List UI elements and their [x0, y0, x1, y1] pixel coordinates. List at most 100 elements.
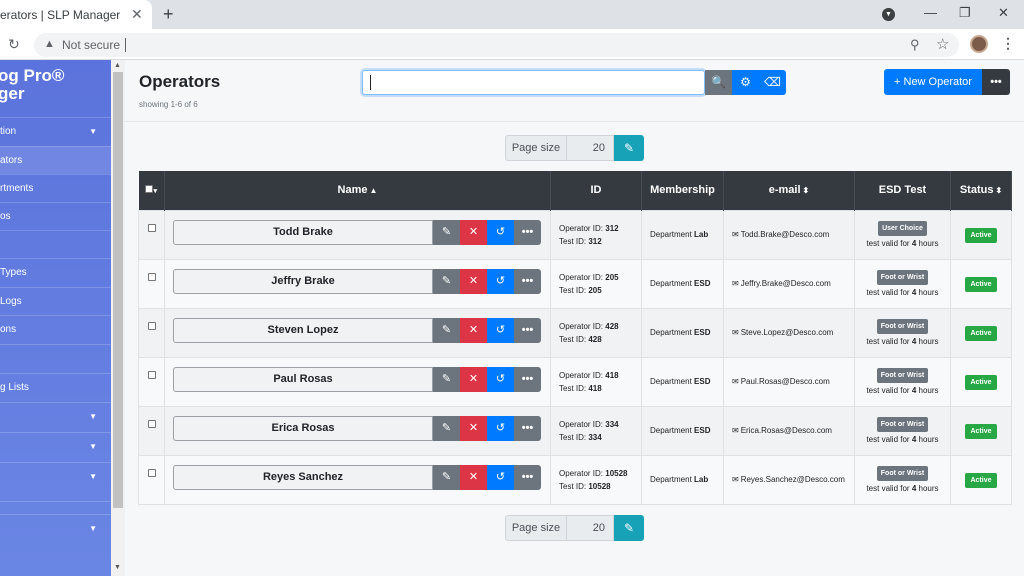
warning-icon[interactable]: ▲ [44, 38, 55, 50]
scroll-down-icon[interactable]: ▼ [114, 564, 121, 571]
row-checkbox[interactable] [147, 272, 156, 281]
omnibox[interactable]: ▲ Not secure ⚲ ☆ [34, 33, 959, 57]
bookmark-star-icon[interactable]: ☆ [936, 35, 949, 53]
delete-button[interactable]: ✕ [460, 366, 487, 392]
delete-button[interactable]: ✕ [460, 268, 487, 294]
page-size-input[interactable]: 20 [566, 515, 614, 541]
row-checkbox[interactable] [147, 223, 156, 232]
history-button[interactable]: ↺ [487, 219, 514, 245]
sidebar-item-1[interactable]: tion ▼ [0, 117, 111, 145]
download-icon[interactable]: ▼ [882, 8, 895, 21]
sidebar-item-lists[interactable]: g Lists [0, 373, 111, 401]
edit-icon: ✎ [623, 141, 635, 155]
profile-avatar[interactable] [970, 35, 988, 53]
delete-button[interactable]: ✕ [460, 464, 487, 490]
row-checkbox[interactable] [147, 321, 156, 330]
column-email[interactable]: e-mail ⬍ [723, 171, 855, 210]
sidebar-item-5[interactable] [0, 230, 111, 258]
browser-tab[interactable]: erators | SLP Manager ✕ [0, 0, 152, 29]
operator-name-button[interactable]: Jeffry Brake [173, 268, 433, 294]
sidebar-item-11[interactable]: ▼ [0, 402, 111, 430]
sort-icon[interactable]: ⬍ [803, 186, 810, 195]
more-options-button[interactable]: ••• [982, 69, 1010, 95]
maximize-icon[interactable]: ❐ [959, 5, 971, 21]
sidebar-item-types[interactable]: Types [0, 258, 111, 286]
valid-hours: 4 [911, 337, 917, 346]
search-button[interactable]: 🔍 [705, 70, 732, 95]
tab-close-icon[interactable]: ✕ [131, 6, 143, 23]
edit-button[interactable]: ✎ [433, 219, 460, 245]
email-cell: ✉ Erica.Rosas@Desco.com [723, 405, 855, 456]
row-more-button[interactable]: ••• [514, 415, 541, 441]
valid-prefix: test valid for [866, 337, 910, 346]
history-button[interactable]: ↺ [487, 268, 514, 294]
row-checkbox[interactable] [147, 370, 156, 379]
delete-button[interactable]: ✕ [460, 317, 487, 343]
page-size-apply-button[interactable]: ✎ [614, 515, 644, 541]
sort-asc-icon[interactable]: ▲ [370, 186, 378, 195]
minimize-icon[interactable]: — [924, 5, 937, 20]
esd-cell: Foot or Wrist test valid for 4 hours [854, 307, 951, 358]
sidebar-item-8[interactable]: ons [0, 315, 111, 343]
scroll-up-icon[interactable]: ▲ [114, 62, 121, 69]
operator-id-label: Operator ID: [559, 468, 604, 478]
history-button[interactable]: ↺ [487, 415, 514, 441]
sort-icon[interactable]: ⬍ [995, 186, 1002, 195]
delete-button[interactable]: ✕ [460, 415, 487, 441]
new-tab-icon[interactable]: + [163, 4, 174, 25]
operator-name-button[interactable]: Reyes Sanchez [173, 464, 433, 490]
settings-button[interactable]: ⚙ [732, 70, 759, 95]
operator-id-label: Operator ID: [559, 419, 604, 429]
edit-button[interactable]: ✎ [433, 464, 460, 490]
sidebar-item-operators[interactable]: ators [0, 146, 111, 174]
history-button[interactable]: ↺ [487, 317, 514, 343]
history-button[interactable]: ↺ [487, 464, 514, 490]
page-size-apply-button[interactable]: ✎ [614, 135, 644, 161]
edit-button[interactable]: ✎ [433, 268, 460, 294]
sidebar-item-13[interactable]: ▼ [0, 462, 111, 490]
edit-button[interactable]: ✎ [433, 366, 460, 392]
sidebar-scrollbar[interactable]: ▲ ▼ [111, 60, 125, 576]
edit-button[interactable]: ✎ [433, 317, 460, 343]
row-more-button[interactable]: ••• [514, 219, 541, 245]
row-checkbox[interactable] [147, 419, 156, 428]
page-size-input[interactable]: 20 [566, 135, 614, 161]
search-input[interactable] [362, 70, 705, 95]
sidebar-item-12[interactable]: ▼ [0, 432, 111, 460]
sidebar-item-9[interactable] [0, 344, 111, 372]
reload-icon[interactable]: ↻ [8, 36, 20, 53]
column-id: ID [550, 171, 642, 210]
new-operator-button[interactable]: + New Operator [884, 69, 982, 95]
row-more-button[interactable]: ••• [514, 268, 541, 294]
operator-name-button[interactable]: Paul Rosas [173, 366, 433, 392]
row-more-button[interactable]: ••• [514, 366, 541, 392]
sidebar-item-15[interactable]: ▼ [0, 514, 111, 542]
clear-search-button[interactable]: ⌫ [759, 70, 786, 95]
sidebar-item-departments[interactable]: rtments [0, 174, 111, 202]
chevron-down-icon[interactable]: ▾ [153, 188, 157, 195]
zoom-icon[interactable]: ⚲ [910, 37, 920, 53]
delete-button[interactable]: ✕ [460, 219, 487, 245]
sidebar-item-4[interactable]: os [0, 202, 111, 230]
not-secure-label[interactable]: Not secure [62, 38, 120, 52]
operator-name-button[interactable]: Steven Lopez [173, 317, 433, 343]
browser-menu-icon[interactable]: ⋮ [1001, 35, 1015, 52]
text-cursor [370, 75, 371, 90]
history-button[interactable]: ↺ [487, 366, 514, 392]
operator-name-button[interactable]: Erica Rosas [173, 415, 433, 441]
history-icon: ↺ [495, 274, 506, 287]
column-status[interactable]: Status ⬍ [950, 171, 1012, 210]
row-more-button[interactable]: ••• [514, 317, 541, 343]
window-close-icon[interactable]: ✕ [998, 5, 1009, 21]
operator-name-button[interactable]: Todd Brake [173, 219, 433, 245]
edit-button[interactable]: ✎ [433, 415, 460, 441]
row-checkbox[interactable] [147, 468, 156, 477]
test-id-label: Test ID: [559, 481, 587, 491]
scrollbar-thumb[interactable] [113, 72, 123, 508]
select-all-header[interactable]: ▾ [138, 171, 165, 210]
operator-id-value: 312 [605, 223, 619, 233]
sidebar-item-logs[interactable]: Logs [0, 287, 111, 315]
browser-tab-bar: erators | SLP Manager ✕ + ▼ — ❐ ✕ [0, 0, 1024, 29]
column-name[interactable]: Name ▲ [164, 171, 551, 210]
row-more-button[interactable]: ••• [514, 464, 541, 490]
